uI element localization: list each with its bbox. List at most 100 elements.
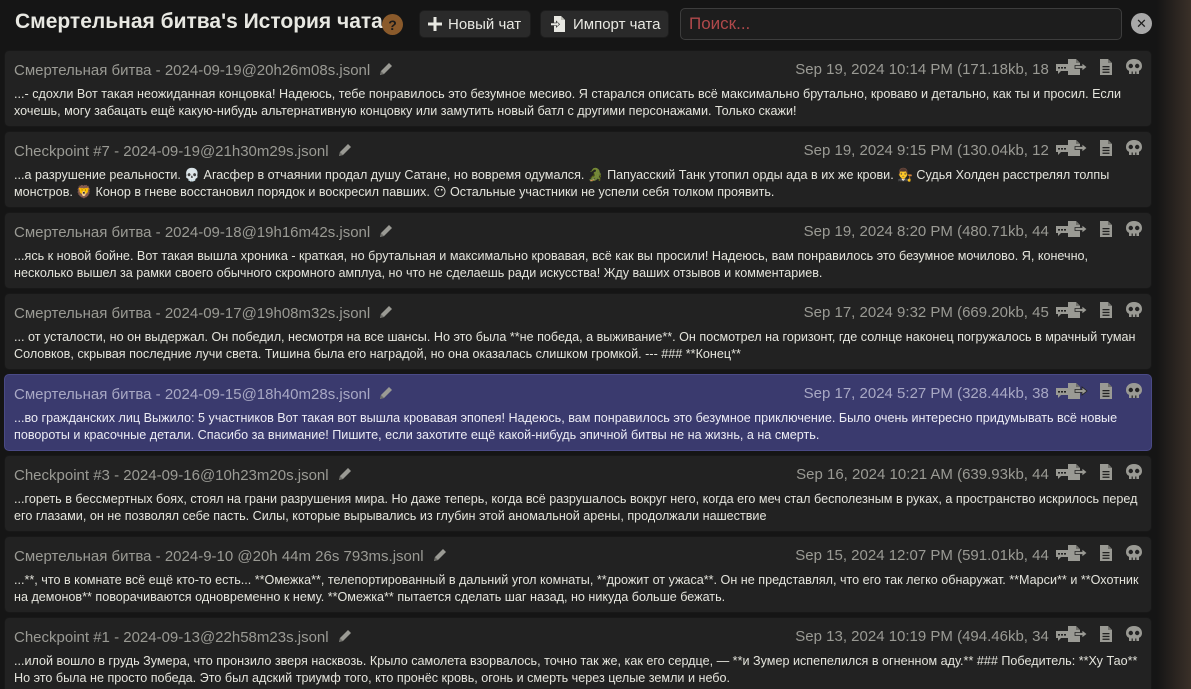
chat-filename-text: Смертельная битва - 2024-09-18@19h16m42s… — [14, 223, 371, 241]
chat-actions — [1067, 462, 1145, 482]
export-icon[interactable] — [1067, 57, 1089, 77]
chat-meta-text: Sep 15, 2024 12:07 PM (591.01kb, 44 — [795, 547, 1049, 564]
close-icon[interactable]: ✕ — [1131, 13, 1152, 34]
chat-meta: Sep 19, 2024 8:20 PM (480.71kb, 44 — [804, 223, 1069, 241]
pencil-icon[interactable] — [378, 61, 394, 81]
skull-icon[interactable] — [1123, 219, 1145, 239]
chat-meta-text: Sep 17, 2024 5:27 PM (328.44kb, 38 — [803, 385, 1049, 402]
new-chat-button[interactable]: Новый чат — [419, 10, 531, 38]
import-chat-label: Импорт чата — [573, 15, 661, 33]
chat-filename[interactable]: Смертельная битва - 2024-09-15@18h40m28s… — [14, 385, 394, 405]
export-icon[interactable] — [1067, 624, 1089, 644]
chat-preview: ...**, что в комнате всё ещё кто-то есть… — [14, 573, 1139, 604]
file-import-icon — [549, 15, 567, 33]
file-icon[interactable] — [1095, 219, 1117, 239]
chat-item[interactable]: Checkpoint #3 - 2024-09-16@10h23m20s.jso… — [4, 455, 1152, 532]
chat-meta: Sep 19, 2024 10:14 PM (171.18kb, 18 — [795, 61, 1069, 79]
chat-meta-text: Sep 13, 2024 10:19 PM (494.46kb, 34 — [795, 628, 1049, 645]
plus-icon — [428, 17, 442, 31]
skull-icon[interactable] — [1123, 381, 1145, 401]
chat-item[interactable]: Смертельная битва - 2024-09-15@18h40m28s… — [4, 374, 1152, 451]
pencil-icon[interactable] — [432, 547, 448, 567]
chat-item[interactable]: Смертельная битва - 2024-09-17@19h08m32s… — [4, 293, 1152, 370]
file-icon[interactable] — [1095, 300, 1117, 320]
chat-filename-text: Checkpoint #1 - 2024-09-13@22h58m23s.jso… — [14, 628, 329, 646]
export-icon[interactable] — [1067, 381, 1089, 401]
skull-icon[interactable] — [1123, 57, 1145, 77]
chat-item[interactable]: Смертельная битва - 2024-09-18@19h16m42s… — [4, 212, 1152, 289]
chat-meta: Sep 17, 2024 9:32 PM (669.20kb, 45 — [804, 304, 1069, 322]
export-icon[interactable] — [1067, 462, 1089, 482]
skull-icon[interactable] — [1123, 462, 1145, 482]
help-icon[interactable]: ? — [382, 14, 403, 35]
chat-preview: ...гореть в бессмертных боях, стоял на г… — [14, 492, 1138, 523]
export-icon[interactable] — [1067, 138, 1089, 158]
pencil-icon[interactable] — [378, 304, 394, 324]
chat-actions — [1067, 219, 1145, 239]
export-icon[interactable] — [1067, 219, 1089, 239]
chat-meta-text: Sep 17, 2024 9:32 PM (669.20kb, 45 — [803, 304, 1049, 321]
chat-item[interactable]: Смертельная битва - 2024-09-19@20h26m08s… — [4, 50, 1152, 127]
chat-meta: Sep 19, 2024 9:15 PM (130.04kb, 12 — [804, 142, 1069, 160]
pencil-icon[interactable] — [337, 466, 353, 486]
chat-preview: ...а разрушение реальности. 💀 Агасфер в … — [14, 168, 1110, 199]
pencil-icon[interactable] — [337, 628, 353, 648]
chat-meta: Sep 15, 2024 12:07 PM (591.01kb, 44 — [795, 547, 1069, 565]
pencil-icon[interactable] — [337, 142, 353, 162]
file-icon[interactable] — [1095, 57, 1117, 77]
pencil-icon[interactable] — [378, 385, 394, 405]
chat-meta-text: Sep 16, 2024 10:21 AM (639.93kb, 44 — [796, 466, 1049, 483]
chat-preview: ...- сдохли Вот такая неожиданная концов… — [14, 87, 1122, 118]
export-icon[interactable] — [1067, 543, 1089, 563]
chat-actions — [1067, 57, 1145, 77]
chat-actions — [1067, 624, 1145, 644]
skull-icon[interactable] — [1123, 543, 1145, 563]
chat-item[interactable]: Checkpoint #1 - 2024-09-13@22h58m23s.jso… — [4, 617, 1152, 689]
chat-meta: Sep 13, 2024 10:19 PM (494.46kb, 34 — [795, 628, 1069, 646]
file-icon[interactable] — [1095, 624, 1117, 644]
skull-icon[interactable] — [1123, 624, 1145, 644]
skull-icon[interactable] — [1123, 300, 1145, 320]
chat-meta-text: Sep 19, 2024 10:14 PM (171.18kb, 18 — [795, 61, 1049, 78]
file-icon[interactable] — [1095, 138, 1117, 158]
chat-meta-text: Sep 19, 2024 8:20 PM (480.71kb, 44 — [803, 223, 1049, 240]
chat-filename[interactable]: Смертельная битва - 2024-9-10 @20h 44m 2… — [14, 547, 448, 567]
import-chat-button[interactable]: Импорт чата — [540, 10, 669, 38]
chat-actions — [1067, 300, 1145, 320]
chat-filename-text: Смертельная битва - 2024-09-15@18h40m28s… — [14, 385, 371, 403]
header: Смертельная битва's История чата ? Новый… — [0, 0, 1191, 48]
export-icon[interactable] — [1067, 300, 1089, 320]
chat-preview: ...ясь к новой бойне. Вот такая вышла хр… — [14, 249, 1089, 280]
chat-filename-text: Смертельная битва - 2024-09-19@20h26m08s… — [14, 61, 371, 79]
chat-meta-text: Sep 19, 2024 9:15 PM (130.04kb, 12 — [803, 142, 1049, 159]
chat-filename[interactable]: Смертельная битва - 2024-09-19@20h26m08s… — [14, 61, 394, 81]
chat-meta: Sep 17, 2024 5:27 PM (328.44kb, 38 — [804, 385, 1069, 403]
file-icon[interactable] — [1095, 381, 1117, 401]
background-edge — [1157, 0, 1191, 689]
chat-filename[interactable]: Смертельная битва - 2024-09-17@19h08m32s… — [14, 304, 394, 324]
chat-actions — [1067, 381, 1145, 401]
chat-preview: ... от усталости, но он выдержал. Он поб… — [14, 330, 1136, 361]
chat-item[interactable]: Checkpoint #7 - 2024-09-19@21h30m29s.jso… — [4, 131, 1152, 208]
page-title: Смертельная битва's История чата — [15, 10, 383, 33]
chat-filename-text: Смертельная битва - 2024-9-10 @20h 44m 2… — [14, 547, 424, 565]
chat-filename-text: Смертельная битва - 2024-09-17@19h08m32s… — [14, 304, 371, 322]
chat-filename-text: Checkpoint #3 - 2024-09-16@10h23m20s.jso… — [14, 466, 329, 484]
chat-actions — [1067, 138, 1145, 158]
chat-actions — [1067, 543, 1145, 563]
pencil-icon[interactable] — [378, 223, 394, 243]
new-chat-label: Новый чат — [448, 15, 522, 33]
chat-preview: ...во гражданских лиц Выжило: 5 участник… — [14, 411, 1118, 442]
chat-filename[interactable]: Смертельная битва - 2024-09-18@19h16m42s… — [14, 223, 394, 243]
search-input[interactable] — [680, 8, 1122, 40]
file-icon[interactable] — [1095, 543, 1117, 563]
chat-filename[interactable]: Checkpoint #3 - 2024-09-16@10h23m20s.jso… — [14, 466, 353, 486]
chat-filename[interactable]: Checkpoint #7 - 2024-09-19@21h30m29s.jso… — [14, 142, 353, 162]
chat-item[interactable]: Смертельная битва - 2024-9-10 @20h 44m 2… — [4, 536, 1152, 613]
chat-meta: Sep 16, 2024 10:21 AM (639.93kb, 44 — [796, 466, 1069, 484]
file-icon[interactable] — [1095, 462, 1117, 482]
skull-icon[interactable] — [1123, 138, 1145, 158]
chat-preview: ...илой вошло в грудь Зумера, что пронзи… — [14, 654, 1138, 685]
chat-filename[interactable]: Checkpoint #1 - 2024-09-13@22h58m23s.jso… — [14, 628, 353, 648]
chat-filename-text: Checkpoint #7 - 2024-09-19@21h30m29s.jso… — [14, 142, 329, 160]
